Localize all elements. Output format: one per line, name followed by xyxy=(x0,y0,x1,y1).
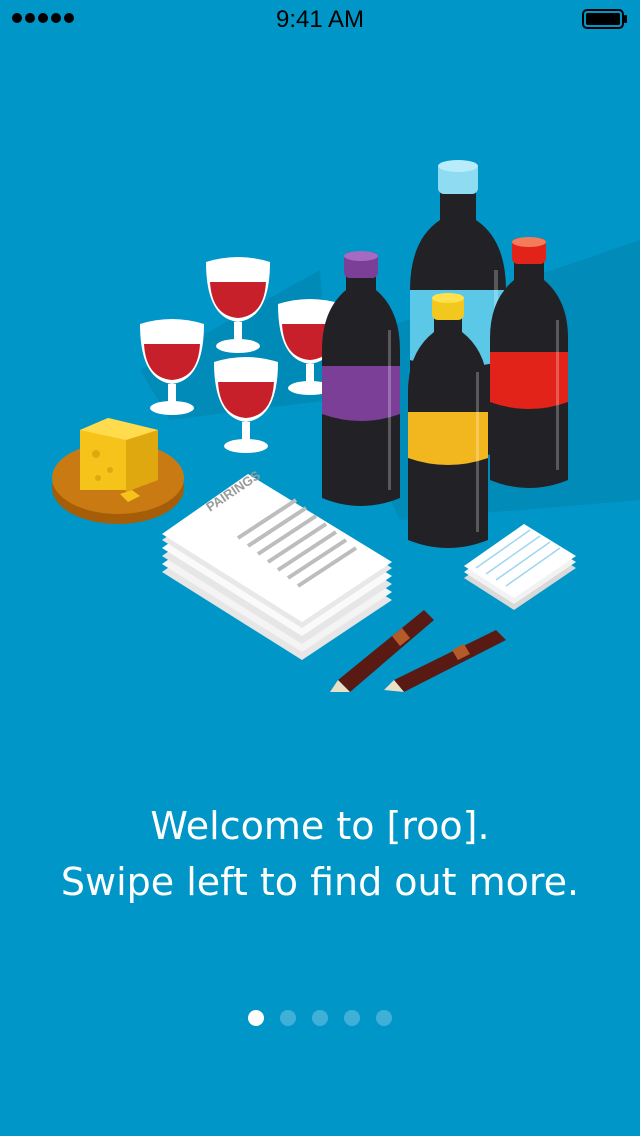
page-dot[interactable] xyxy=(280,1010,296,1026)
wine-pairing-illustration: PAIRINGS xyxy=(52,160,640,692)
welcome-line-2: Swipe left to find out more. xyxy=(60,860,580,904)
page-dot[interactable] xyxy=(312,1010,328,1026)
status-bar: 9:41 AM xyxy=(0,0,640,40)
page-indicator[interactable] xyxy=(0,1010,640,1026)
page-dot[interactable] xyxy=(376,1010,392,1026)
wine-glass xyxy=(214,357,278,453)
page-dot[interactable] xyxy=(248,1010,264,1026)
battery-icon xyxy=(582,9,627,29)
welcome-message: Welcome to [roo]. Swipe left to find out… xyxy=(0,798,640,910)
status-time: 9:41 AM xyxy=(275,6,365,33)
welcome-line-1: Welcome to [roo]. xyxy=(150,804,490,848)
page-dot[interactable] xyxy=(344,1010,360,1026)
wine-bottle-purple xyxy=(322,251,400,506)
cheese-board xyxy=(52,418,184,524)
